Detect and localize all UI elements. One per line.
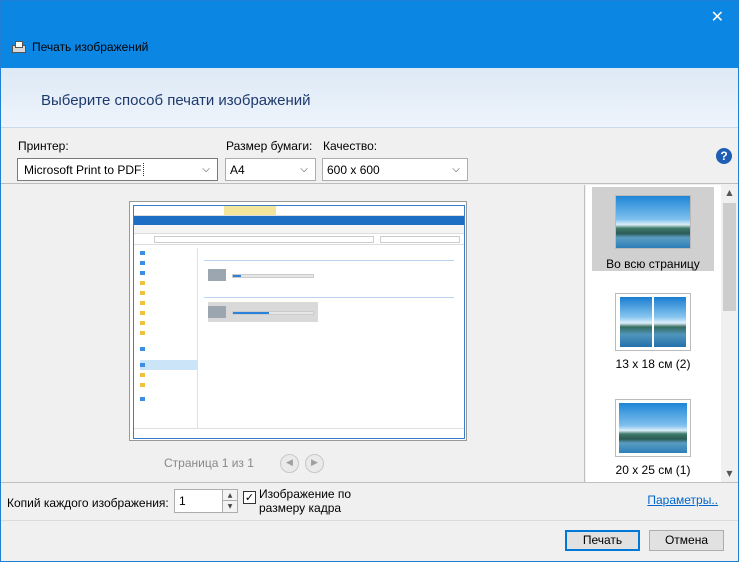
copies-row: Копий каждого изображения: 1 ▲ ▼ ✓ Изобр… bbox=[1, 482, 738, 520]
printer-label: Принтер: bbox=[18, 139, 69, 153]
paper-size-select[interactable]: A4 ⌵ bbox=[225, 158, 316, 181]
spin-up-icon[interactable]: ▲ bbox=[223, 490, 237, 501]
chevron-down-icon: ⌵ bbox=[300, 164, 308, 175]
layout-full-page[interactable]: Во всю страницу bbox=[592, 187, 714, 271]
layout-thumbnail bbox=[615, 195, 691, 249]
layout-scrollbar[interactable]: ▲ ▼ bbox=[721, 185, 738, 482]
paper-size-value: A4 bbox=[230, 162, 245, 177]
layout-list: Во всю страницу 13 x 18 см (2) 20 x 25 с… bbox=[586, 185, 738, 482]
layout-20x25[interactable]: 20 x 25 см (1) bbox=[592, 399, 714, 479]
title-row: Печать изображений bbox=[11, 40, 148, 54]
scroll-down-icon[interactable]: ▼ bbox=[721, 466, 738, 482]
quality-select[interactable]: 600 x 600 ⌵ bbox=[322, 158, 468, 181]
page-indicator: Страница 1 из 1 bbox=[164, 456, 254, 470]
layout-label: 20 x 25 см (1) bbox=[615, 463, 691, 477]
dialog-footer: Печать Отмена bbox=[1, 520, 738, 561]
layout-label: Во всю страницу bbox=[606, 257, 700, 271]
fit-label-line2: размеру кадра bbox=[259, 501, 342, 515]
layout-label: 13 x 18 см (2) bbox=[615, 357, 691, 371]
layout-thumbnail bbox=[615, 399, 691, 457]
fit-to-frame-checkbox[interactable]: ✓ bbox=[243, 491, 256, 504]
help-icon[interactable]: ? bbox=[716, 148, 732, 164]
paper-size-label: Размер бумаги: bbox=[226, 139, 313, 153]
spin-down-icon[interactable]: ▼ bbox=[223, 501, 237, 512]
print-button[interactable]: Печать bbox=[565, 530, 640, 551]
title-bar: ✕ Печать изображений bbox=[1, 1, 738, 68]
close-icon[interactable]: ✕ bbox=[711, 7, 724, 26]
layout-13x18[interactable]: 13 x 18 см (2) bbox=[592, 293, 714, 373]
options-row: Принтер: Microsoft Print to PDF ⌵ Размер… bbox=[1, 128, 738, 184]
preview-pane: Страница 1 из 1 ◀ ▶ bbox=[1, 185, 585, 482]
page-title: Выберите способ печати изображений bbox=[41, 92, 311, 109]
next-page-button[interactable]: ▶ bbox=[305, 454, 324, 473]
copies-value[interactable]: 1 bbox=[179, 494, 186, 508]
printer-value: Microsoft Print to PDF bbox=[22, 162, 145, 177]
preview-image bbox=[133, 205, 465, 439]
copies-stepper[interactable]: 1 ▲ ▼ bbox=[174, 489, 238, 513]
scroll-up-icon[interactable]: ▲ bbox=[721, 185, 738, 201]
fit-label-line1: Изображение по bbox=[259, 487, 352, 501]
page-preview bbox=[129, 201, 467, 441]
chevron-down-icon: ⌵ bbox=[452, 164, 460, 175]
fit-to-frame-label: Изображение по размеру кадра bbox=[259, 487, 351, 515]
print-dialog: ✕ Печать изображений Выберите способ печ… bbox=[0, 0, 739, 562]
layout-thumbnail bbox=[615, 293, 691, 351]
printer-select[interactable]: Microsoft Print to PDF ⌵ bbox=[17, 158, 218, 181]
cancel-button[interactable]: Отмена bbox=[649, 530, 724, 551]
copies-label: Копий каждого изображения: bbox=[7, 496, 169, 510]
quality-label: Качество: bbox=[323, 139, 378, 153]
header-band: Выберите способ печати изображений bbox=[1, 68, 738, 128]
prev-page-button[interactable]: ◀ bbox=[280, 454, 299, 473]
scroll-thumb[interactable] bbox=[723, 203, 736, 311]
options-link[interactable]: Параметры.. bbox=[647, 493, 718, 507]
window-title: Печать изображений bbox=[32, 40, 149, 54]
quality-value: 600 x 600 bbox=[327, 162, 380, 177]
chevron-down-icon: ⌵ bbox=[202, 164, 210, 175]
printer-icon bbox=[11, 41, 26, 53]
